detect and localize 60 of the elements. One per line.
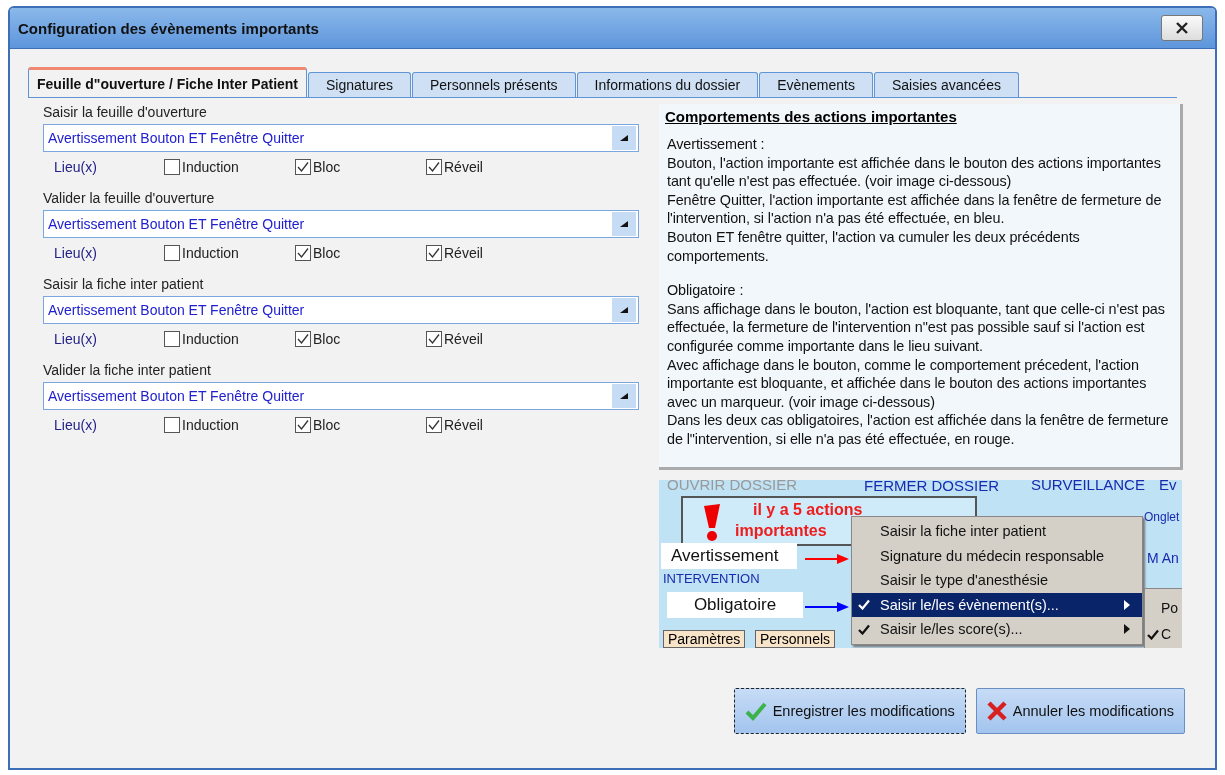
help-text: Dans les deux cas obligatoires, l'action est affichée dans la fenêtre de fermeture de l"intervention, si elle n'a pas été effectuée, en rouge. [667, 411, 1170, 449]
field-label: Saisir la feuille d'ouverture [43, 104, 208, 120]
help-text: Bouton, l'action importante est affichée dans le bouton des actions importantes tant qu'elle n'est pas effectuée. (voir image ci-dessous) [667, 153, 1162, 191]
alert-text: il y a 5 actions [753, 500, 863, 520]
help-title: Comportements des actions importantes [665, 108, 958, 125]
checkbox-label: Bloc [313, 245, 341, 261]
checkbox-label: Bloc [313, 159, 341, 175]
dropdown-field[interactable]: Avertissement Bouton ET Fenêtre Quitter [43, 210, 639, 238]
menu-item[interactable]: Po [1145, 595, 1182, 621]
menu-item[interactable]: Saisir le/les évènement(s)... [852, 592, 1142, 617]
help-text: Bouton ET fenêtre quitter, l'action va cumuler les deux précédents comportements. [667, 227, 1081, 266]
tab[interactable]: Evènements [759, 72, 873, 97]
toolbar-label: INTERVENTION [663, 571, 760, 586]
menu-item[interactable]: Saisir la fiche inter patient [852, 519, 1142, 544]
callout-label: Obligatoire [667, 592, 803, 618]
help-text: Sans affichage dans le bouton, l'action est bloquante, tant que celle-ci n'est pas effectuée, la fermeture de l'intervention n"est pas possible sauf si l'action est configurée comme importante dans le lieu suivant. [667, 299, 1166, 356]
toolbar-label: M An [1147, 550, 1179, 566]
toolbar-label: Onglet [1144, 510, 1180, 524]
field-label: Valider la fiche inter patient [43, 362, 212, 378]
checkbox-label: Réveil [444, 159, 483, 175]
checkbox-label: Réveil [444, 417, 483, 433]
cancel-button[interactable]: Annuler les modifications [975, 688, 1185, 734]
toolbar-label: SURVEILLANCE [1031, 480, 1145, 493]
checkbox-label: Réveil [444, 331, 483, 347]
alert-text: importantes [735, 521, 827, 541]
save-button[interactable]: Enregistrer les modifications [733, 688, 966, 734]
places-label: Lieu(x) [53, 245, 98, 261]
checkbox-label: Bloc [313, 331, 341, 347]
tab[interactable]: Personnels présents [411, 72, 576, 97]
checkbox-label: Réveil [444, 245, 483, 261]
toolbar-label: Ev [1159, 480, 1177, 493]
field-label: Saisir la fiche inter patient [43, 276, 205, 292]
checkbox-label: Induction [182, 159, 239, 175]
tab[interactable]: Saisies avancées [873, 72, 1019, 97]
dropdown-field[interactable]: Avertissement Bouton ET Fenêtre Quitter [43, 296, 639, 324]
places-label: Lieu(x) [53, 159, 98, 175]
callout-label: Avertissement [661, 543, 797, 569]
menu-item[interactable]: Saisir le/les score(s)... [852, 617, 1142, 642]
tab[interactable]: Informations du dossier [576, 72, 759, 97]
checkbox-label: Induction [182, 331, 239, 347]
checkbox-label: Bloc [313, 417, 341, 433]
menu-item[interactable]: Signature du médecin responsable [852, 543, 1142, 568]
places-label: Lieu(x) [53, 417, 98, 433]
tab[interactable]: Signatures [308, 72, 411, 97]
checkbox-label: Induction [182, 417, 239, 433]
help-text: Obligatoire : [667, 281, 745, 300]
toolbar-label: OUVRIR DOSSIER [667, 480, 798, 493]
checkbox-label: Induction [182, 245, 239, 261]
window-title: Configuration des évènements importants [18, 19, 319, 37]
tab[interactable]: Feuille d"ouverture / Fiche Inter Patient [28, 67, 308, 97]
help-text: Fenêtre Quitter, l'action importante est affichée dans la fenêtre de fermeture de l'intervention, si l'action n'a pas été effectuée, en bleu. [667, 190, 1163, 228]
menu-item[interactable]: Saisir le type d'anesthésie [852, 568, 1142, 593]
field-label: Valider la feuille d'ouverture [43, 190, 216, 206]
help-text: Avec affichage dans le bouton, comme le comportement précedent, l'action importante est bloquante, et affichée dans le bouton des actions importantes avec un marqueur. (voir image ci-dessous) [667, 355, 1148, 412]
dropdown-field[interactable]: Avertissement Bouton ET Fenêtre Quitter [43, 124, 639, 152]
dropdown-field[interactable]: Avertissement Bouton ET Fenêtre Quitter [43, 382, 639, 410]
toolbar-label: FERMER DOSSIER [864, 480, 999, 494]
help-text: Avertissement : [667, 135, 766, 154]
places-label: Lieu(x) [53, 331, 98, 347]
menu-item[interactable]: C [1145, 621, 1182, 647]
